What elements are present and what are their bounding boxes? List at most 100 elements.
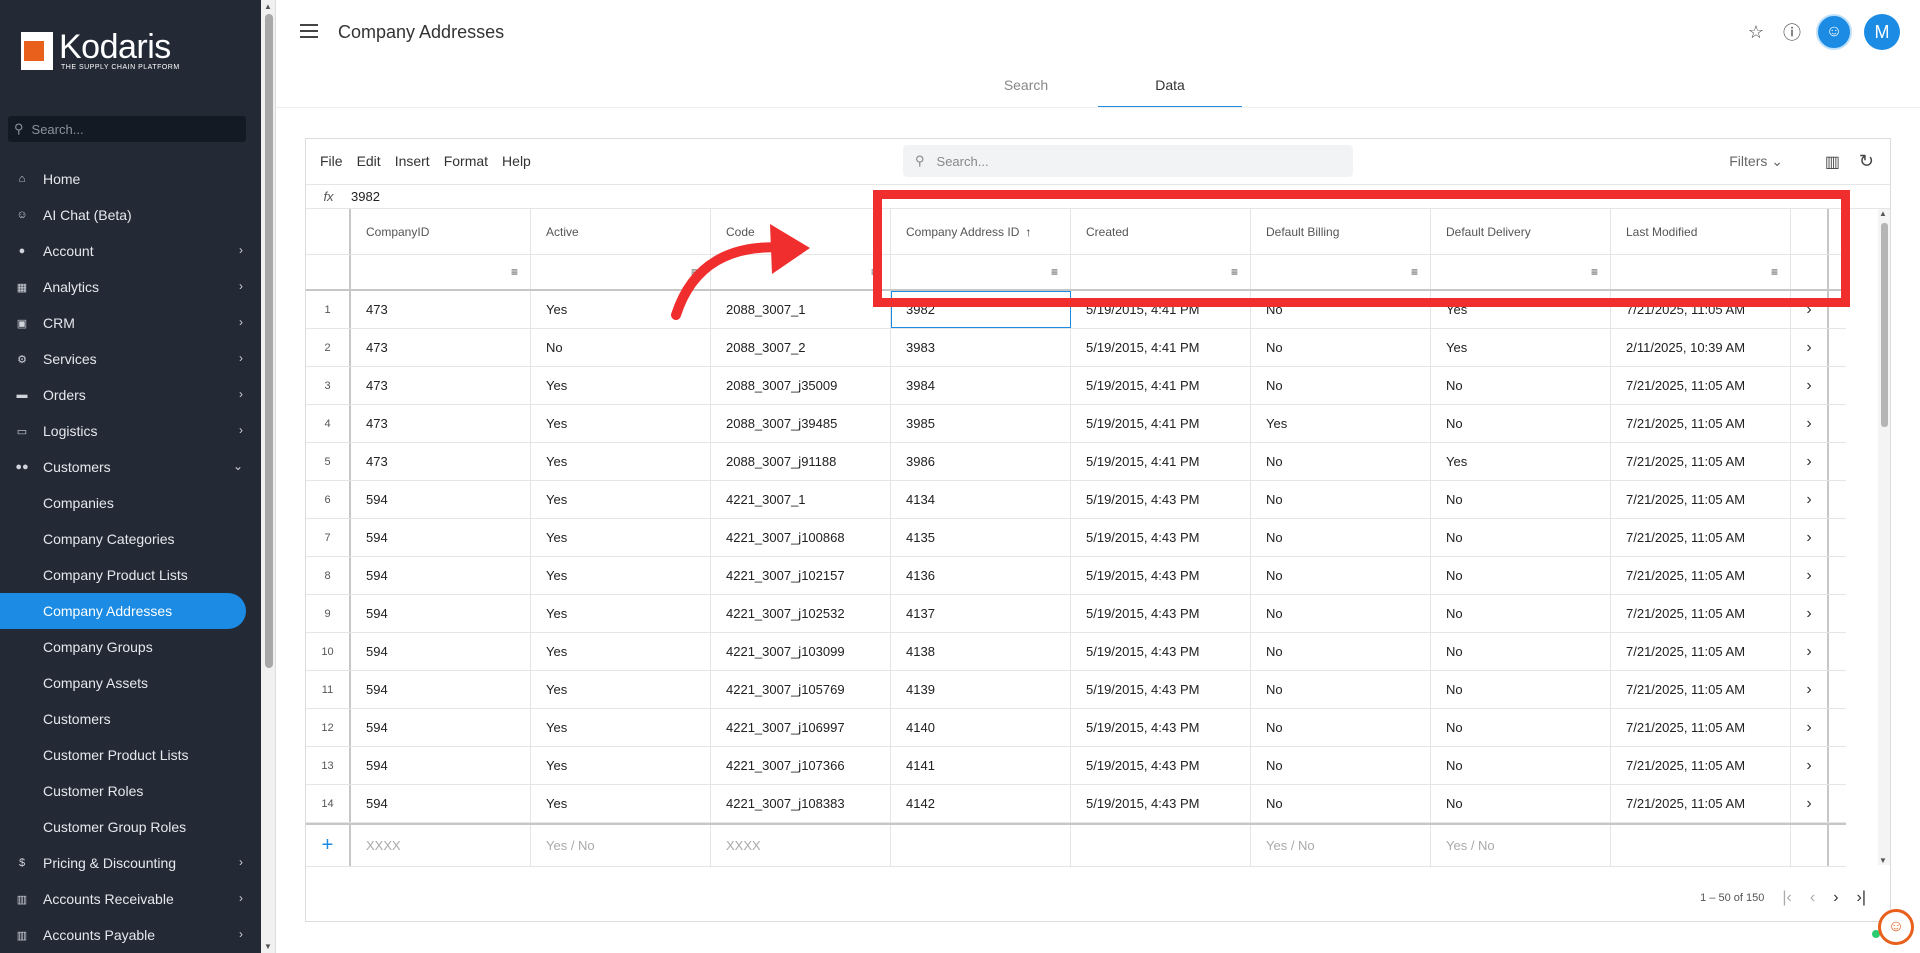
cell-created[interactable]: 5/19/2015, 4:43 PM: [1071, 785, 1251, 822]
cell-default-billing[interactable]: No: [1251, 671, 1431, 708]
cell-default-billing[interactable]: No: [1251, 633, 1431, 670]
scroll-down-icon[interactable]: ▼: [264, 942, 272, 951]
cell-code[interactable]: 4221_3007_j100868: [711, 519, 891, 556]
menu-format[interactable]: Format: [444, 153, 488, 169]
cell-active[interactable]: Yes: [531, 519, 711, 556]
cell-companyid[interactable]: 594: [351, 519, 531, 556]
sidebar-item-home[interactable]: ⌂ Home: [0, 161, 261, 197]
cell-code[interactable]: 2088_3007_2: [711, 329, 891, 366]
tab-data[interactable]: Data: [1098, 70, 1242, 108]
cell-default-delivery[interactable]: No: [1431, 671, 1611, 708]
row-open-button[interactable]: ›: [1791, 405, 1829, 442]
sidebar-subitem-company-assets[interactable]: Company Assets: [0, 665, 261, 701]
chat-support-button[interactable]: ☺: [1878, 909, 1914, 945]
cell-company-address-id[interactable]: 4136: [891, 557, 1071, 594]
cell-default-delivery[interactable]: No: [1431, 481, 1611, 518]
cell-created[interactable]: 5/19/2015, 4:43 PM: [1071, 481, 1251, 518]
cell-companyid[interactable]: 473: [351, 443, 531, 480]
cell-code[interactable]: 4221_3007_j106997: [711, 709, 891, 746]
cell-company-address-id[interactable]: 3983: [891, 329, 1071, 366]
cell-created[interactable]: 5/19/2015, 4:43 PM: [1071, 747, 1251, 784]
sidebar-scroll-thumb[interactable]: [265, 14, 273, 668]
new-row-cell-company-address-id[interactable]: [891, 825, 1071, 866]
cell-company-address-id[interactable]: 3984: [891, 367, 1071, 404]
cell-default-delivery[interactable]: No: [1431, 633, 1611, 670]
cell-default-delivery[interactable]: No: [1431, 557, 1611, 594]
columns-icon[interactable]: ▥: [1825, 152, 1840, 172]
formula-value[interactable]: 3982: [351, 189, 380, 204]
cell-active[interactable]: Yes: [531, 595, 711, 632]
cell-default-billing[interactable]: No: [1251, 481, 1431, 518]
cell-companyid[interactable]: 594: [351, 785, 531, 822]
tab-search[interactable]: Search: [954, 70, 1098, 108]
sidebar-item-accounts-receivable[interactable]: ▥ Accounts Receivable ›: [0, 881, 261, 917]
sidebar-item-crm[interactable]: ▣ CRM ›: [0, 305, 261, 341]
filters-dropdown[interactable]: Filters ⌄: [1729, 153, 1783, 170]
sidebar-item-pricing-discounting[interactable]: $ Pricing & Discounting ›: [0, 845, 261, 881]
cell-last-modified[interactable]: 7/21/2025, 11:05 AM: [1611, 633, 1791, 670]
cell-created[interactable]: 5/19/2015, 4:43 PM: [1071, 671, 1251, 708]
cell-default-delivery[interactable]: No: [1431, 595, 1611, 632]
sidebar-subitem-company-groups[interactable]: Company Groups: [0, 629, 261, 665]
cell-companyid[interactable]: 594: [351, 709, 531, 746]
last-page-icon[interactable]: ›|: [1857, 889, 1866, 907]
cell-default-billing[interactable]: No: [1251, 709, 1431, 746]
cell-last-modified[interactable]: 7/21/2025, 11:05 AM: [1611, 709, 1791, 746]
cell-company-address-id[interactable]: 4142: [891, 785, 1071, 822]
cell-companyid[interactable]: 594: [351, 595, 531, 632]
cell-last-modified[interactable]: 7/21/2025, 11:05 AM: [1611, 747, 1791, 784]
cell-created[interactable]: 5/19/2015, 4:43 PM: [1071, 519, 1251, 556]
cell-last-modified[interactable]: 7/21/2025, 11:05 AM: [1611, 367, 1791, 404]
cell-company-address-id[interactable]: 4135: [891, 519, 1071, 556]
cell-active[interactable]: Yes: [531, 367, 711, 404]
cell-company-address-id[interactable]: 3986: [891, 443, 1071, 480]
cell-company-address-id[interactable]: 4137: [891, 595, 1071, 632]
cell-default-delivery[interactable]: No: [1431, 785, 1611, 822]
cell-active[interactable]: Yes: [531, 405, 711, 442]
cell-last-modified[interactable]: 7/21/2025, 11:05 AM: [1611, 443, 1791, 480]
menu-file[interactable]: File: [320, 153, 343, 169]
cell-code[interactable]: 4221_3007_j108383: [711, 785, 891, 822]
help-icon[interactable]: ⓘ: [1780, 20, 1804, 44]
cell-default-billing[interactable]: No: [1251, 329, 1431, 366]
row-open-button[interactable]: ›: [1791, 519, 1829, 556]
cell-created[interactable]: 5/19/2015, 4:41 PM: [1071, 443, 1251, 480]
row-open-button[interactable]: ›: [1791, 557, 1829, 594]
new-row-cell-default-billing[interactable]: Yes / No: [1251, 825, 1431, 866]
scroll-up-icon[interactable]: ▲: [1879, 209, 1887, 218]
cell-default-billing[interactable]: Yes: [1251, 405, 1431, 442]
cell-companyid[interactable]: 594: [351, 633, 531, 670]
cell-active[interactable]: Yes: [531, 709, 711, 746]
row-open-button[interactable]: ›: [1791, 671, 1829, 708]
cell-last-modified[interactable]: 7/21/2025, 11:05 AM: [1611, 671, 1791, 708]
cell-default-delivery[interactable]: No: [1431, 709, 1611, 746]
sidebar-subitem-customer-roles[interactable]: Customer Roles: [0, 773, 261, 809]
sidebar-item-analytics[interactable]: ▦ Analytics ›: [0, 269, 261, 305]
grid-scrollbar[interactable]: ▲ ▼: [1878, 209, 1890, 865]
cell-companyid[interactable]: 594: [351, 747, 531, 784]
sidebar-item-logistics[interactable]: ▭ Logistics ›: [0, 413, 261, 449]
prev-page-icon[interactable]: ‹: [1810, 889, 1815, 907]
cell-companyid[interactable]: 473: [351, 291, 531, 328]
cell-active[interactable]: No: [531, 329, 711, 366]
sidebar-item-services[interactable]: ⚙ Services ›: [0, 341, 261, 377]
sidebar-subitem-company-product-lists[interactable]: Company Product Lists: [0, 557, 261, 593]
cell-code[interactable]: 2088_3007_j91188: [711, 443, 891, 480]
scroll-down-icon[interactable]: ▼: [1879, 856, 1887, 865]
new-row-cell-active[interactable]: Yes / No: [531, 825, 711, 866]
cell-company-address-id[interactable]: 3985: [891, 405, 1071, 442]
hamburger-menu-icon[interactable]: [300, 24, 318, 38]
cell-company-address-id[interactable]: 4138: [891, 633, 1071, 670]
cell-created[interactable]: 5/19/2015, 4:43 PM: [1071, 709, 1251, 746]
sidebar-subitem-customers[interactable]: Customers: [0, 701, 261, 737]
menu-help[interactable]: Help: [502, 153, 531, 169]
sidebar-item-orders[interactable]: ▬ Orders ›: [0, 377, 261, 413]
sidebar-subitem-customer-group-roles[interactable]: Customer Group Roles: [0, 809, 261, 845]
grid-search-input[interactable]: ⚲ Search...: [903, 145, 1353, 177]
cell-active[interactable]: Yes: [531, 557, 711, 594]
cell-code[interactable]: 4221_3007_j102157: [711, 557, 891, 594]
cell-last-modified[interactable]: 7/21/2025, 11:05 AM: [1611, 557, 1791, 594]
next-page-icon[interactable]: ›: [1833, 889, 1838, 907]
sidebar-subitem-companies[interactable]: Companies: [0, 485, 261, 521]
cell-last-modified[interactable]: 2/11/2025, 10:39 AM: [1611, 329, 1791, 366]
